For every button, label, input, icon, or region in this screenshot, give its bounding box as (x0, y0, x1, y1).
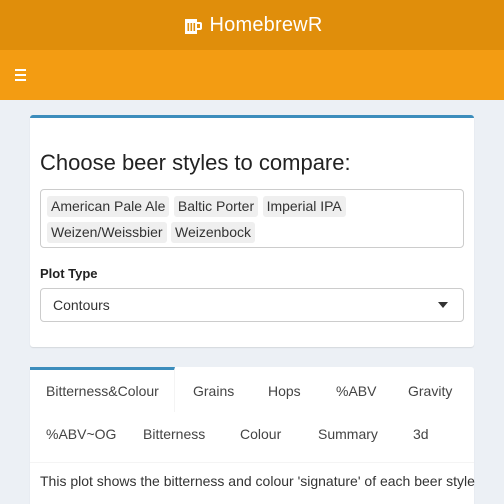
tab-bitterness[interactable]: Bitterness (143, 426, 205, 442)
tab-colour[interactable]: Colour (240, 426, 281, 442)
tab-hops[interactable]: Hops (268, 383, 301, 399)
tab-gravity[interactable]: Gravity (408, 383, 452, 399)
plot-type-label: Plot Type (40, 266, 98, 281)
style-tag[interactable]: Baltic Porter (173, 196, 259, 217)
tab-strip: Bitterness&Colour Grains Hops %ABV Gravi… (30, 367, 474, 463)
style-tag[interactable]: Imperial IPA (262, 196, 346, 217)
beer-style-multiselect[interactable]: American Pale Ale Baltic Porter Imperial… (40, 189, 464, 248)
hamburger-icon[interactable] (15, 69, 27, 81)
tab-bitterness-colour[interactable]: Bitterness&Colour (30, 367, 175, 412)
tab-abv-og[interactable]: %ABV~OG (46, 426, 116, 442)
tab-description: This plot shows the bitterness and colou… (40, 473, 475, 489)
tab-grains[interactable]: Grains (193, 383, 234, 399)
plot-type-select[interactable]: Contours (40, 288, 464, 322)
style-tag[interactable]: American Pale Ale (47, 196, 170, 217)
chevron-down-icon (438, 302, 448, 308)
plot-tabs-box: Bitterness&Colour Grains Hops %ABV Gravi… (30, 367, 475, 504)
beer-mug-icon (184, 18, 202, 34)
style-tag[interactable]: Weizen/Weissbier (47, 222, 167, 243)
selector-heading: Choose beer styles to compare: (40, 150, 351, 175)
tab-summary[interactable]: Summary (318, 426, 378, 442)
plot-type-value: Contours (53, 297, 110, 313)
tab-abv[interactable]: %ABV (336, 383, 376, 399)
style-tag[interactable]: Weizenbock (170, 222, 255, 243)
top-navbar (0, 50, 504, 100)
style-selector-box: Choose beer styles to compare: American … (30, 115, 474, 347)
app-title: HomebrewR (209, 13, 323, 36)
logo-bar: HomebrewR (0, 0, 504, 50)
tab-3d[interactable]: 3d (413, 426, 429, 442)
